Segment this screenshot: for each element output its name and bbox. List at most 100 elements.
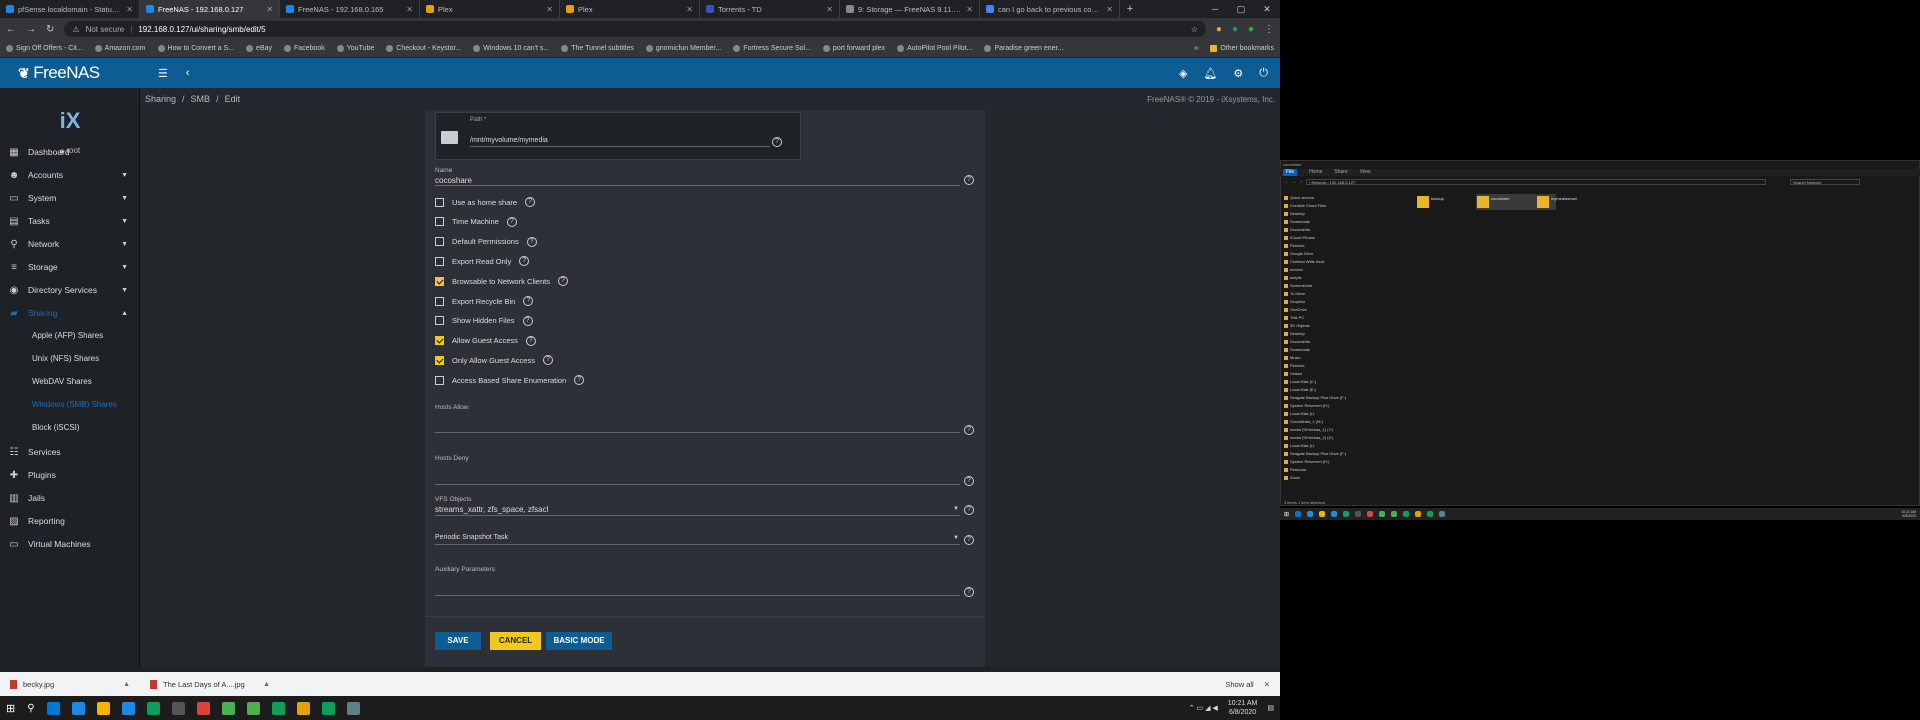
help-icon[interactable]: ? bbox=[772, 137, 782, 147]
bookmark-item[interactable]: Checkout - Keystor... bbox=[386, 45, 461, 52]
nav-pane-item[interactable]: iCloud Photos bbox=[1284, 234, 1404, 242]
extension-icon[interactable]: ● bbox=[1232, 24, 1238, 35]
breadcrumb-item[interactable]: SMB bbox=[191, 94, 211, 104]
reload-icon[interactable]: ↻ bbox=[46, 24, 54, 35]
power-icon[interactable]: ⏻ bbox=[1259, 67, 1268, 80]
vfs-objects-select[interactable]: streams_xattr, zfs_space, zfsacl bbox=[435, 505, 548, 514]
taskbar-app-icon[interactable] bbox=[346, 701, 360, 715]
taskbar-app-icon[interactable] bbox=[1439, 511, 1446, 517]
explorer-search[interactable]: Search Network bbox=[1790, 178, 1860, 185]
chevron-up-icon[interactable]: ▲ bbox=[123, 681, 130, 688]
nav-pane-item[interactable]: Pictures bbox=[1284, 242, 1404, 250]
hamburger-menu-icon[interactable]: ☰ bbox=[158, 67, 168, 80]
sidebar-subitem-5[interactable]: Block (iSCSI) bbox=[32, 416, 80, 438]
taskbar-app-icon[interactable] bbox=[1307, 511, 1314, 517]
bookmark-item[interactable]: The Tunnel subtitles bbox=[561, 45, 634, 52]
help-icon[interactable]: ? bbox=[964, 535, 974, 545]
checkbox[interactable] bbox=[435, 237, 444, 247]
checkbox[interactable] bbox=[435, 375, 444, 385]
checkbox[interactable] bbox=[435, 355, 444, 365]
checkbox[interactable] bbox=[435, 316, 444, 326]
aux-params-input[interactable] bbox=[435, 595, 960, 596]
save-button[interactable]: SAVE bbox=[435, 632, 481, 650]
taskbar-app-icon[interactable] bbox=[1427, 511, 1434, 517]
collapse-sidebar-icon[interactable]: ‹ bbox=[186, 67, 190, 79]
nav-pane-item[interactable]: media (\\Freenas_1) (Y:) bbox=[1284, 426, 1404, 434]
download-item[interactable]: becky.jpg ▲ bbox=[10, 679, 130, 689]
bookmarks-overflow-icon[interactable]: » bbox=[1194, 45, 1198, 52]
sidebar-item-virtual-machines[interactable]: ▭ Virtual Machines bbox=[0, 532, 140, 556]
bookmark-item[interactable]: YouTube bbox=[336, 45, 374, 52]
taskbar-app-icon[interactable] bbox=[96, 701, 110, 715]
up-icon[interactable]: ↑ bbox=[1300, 179, 1302, 184]
nav-pane-item[interactable]: Zoom bbox=[1284, 474, 1404, 482]
nav-pane-item[interactable]: scripts bbox=[1284, 274, 1404, 282]
taskbar-app-icon[interactable] bbox=[246, 701, 260, 715]
checkbox[interactable] bbox=[435, 217, 444, 227]
ribbon-tab[interactable]: View bbox=[1360, 169, 1371, 176]
nav-pane-item[interactable]: Dropbox bbox=[1284, 298, 1404, 306]
sidebar-subitem-4[interactable]: Windows (SMB) Shares bbox=[32, 393, 117, 415]
taskbar-app-icon[interactable] bbox=[1331, 511, 1338, 517]
tab-5[interactable]: Plex ✕ bbox=[560, 0, 700, 18]
theme-icon[interactable]: ◈ bbox=[1179, 67, 1187, 80]
chevron-down-icon[interactable]: ▼ bbox=[121, 195, 128, 202]
notification-icon[interactable]: ▤ bbox=[1267, 704, 1274, 712]
taskbar-app-icon[interactable] bbox=[1295, 511, 1302, 517]
close-icon[interactable]: ✕ bbox=[1254, 0, 1280, 18]
nav-pane-item[interactable]: Personal bbox=[1284, 466, 1404, 474]
bookmark-item[interactable]: AutoPilot Pool Pilot... bbox=[897, 45, 972, 52]
bookmark-item[interactable]: Facebook bbox=[284, 45, 325, 52]
checkbox[interactable] bbox=[435, 256, 444, 266]
taskbar-app-icon[interactable] bbox=[1355, 511, 1362, 517]
close-tab-icon[interactable]: ✕ bbox=[266, 5, 273, 14]
taskbar-app-icon[interactable] bbox=[1379, 511, 1386, 517]
chevron-down-icon[interactable]: ▼ bbox=[953, 535, 959, 541]
sidebar-item-services[interactable]: ☷ Services bbox=[0, 440, 140, 464]
hosts-deny-input[interactable] bbox=[435, 484, 960, 485]
checkbox[interactable] bbox=[435, 296, 444, 306]
nav-pane-item[interactable]: Seagate Backup Plus Drive (F:) bbox=[1284, 450, 1404, 458]
tab-2[interactable]: FreeNAS - 192.168.0.127 ✕ bbox=[140, 0, 280, 18]
nav-pane-item[interactable]: Pictures bbox=[1284, 362, 1404, 370]
sidebar-subitem-2[interactable]: Unix (NFS) Shares bbox=[32, 347, 99, 369]
search-icon[interactable]: ⚲ bbox=[27, 703, 34, 714]
checkbox[interactable] bbox=[435, 197, 444, 207]
forward-icon[interactable]: → bbox=[26, 24, 36, 35]
file-item[interactable]: mymediashare bbox=[1536, 194, 1616, 210]
new-tab-button[interactable]: + bbox=[1120, 0, 1140, 18]
clock[interactable]: 10:21 AM 6/8/2020 bbox=[1228, 699, 1258, 717]
help-icon[interactable]: ? bbox=[964, 505, 974, 515]
nav-pane-item[interactable]: Documents bbox=[1284, 338, 1404, 346]
tab-1[interactable]: pfSense.localdomain - Status: D... ✕ bbox=[0, 0, 140, 18]
minimize-icon[interactable]: ─ bbox=[1202, 0, 1228, 18]
bookmark-item[interactable]: port forward plex bbox=[822, 45, 885, 52]
sidebar-item-reporting[interactable]: ▨ Reporting bbox=[0, 509, 140, 533]
bookmark-item[interactable]: Paradise green ener... bbox=[984, 45, 1063, 52]
extension-icon[interactable]: ● bbox=[1248, 24, 1254, 35]
nav-pane-item[interactable]: Quick access bbox=[1284, 194, 1404, 202]
nav-pane-item[interactable]: Screenshots bbox=[1284, 282, 1404, 290]
nav-pane-item[interactable]: Music bbox=[1284, 354, 1404, 362]
close-tab-icon[interactable]: ✕ bbox=[826, 5, 833, 14]
maximize-icon[interactable]: ▢ bbox=[1228, 0, 1254, 18]
close-icon[interactable]: ✕ bbox=[1264, 680, 1270, 689]
chevron-down-icon[interactable]: ▼ bbox=[953, 506, 959, 512]
sidebar-item-system[interactable]: ▭ System ▼ bbox=[0, 186, 140, 210]
bookmark-item[interactable]: How to Convert a S... bbox=[157, 45, 234, 52]
breadcrumb-item[interactable]: Sharing bbox=[145, 94, 176, 104]
show-all-button[interactable]: Show all bbox=[1225, 680, 1253, 689]
close-tab-icon[interactable]: ✕ bbox=[406, 5, 413, 14]
windows-start-icon[interactable]: ⊞ bbox=[6, 702, 15, 715]
close-tab-icon[interactable]: ✕ bbox=[686, 5, 693, 14]
nav-pane-item[interactable]: Documents bbox=[1284, 226, 1404, 234]
other-bookmarks[interactable]: Other bookmarks bbox=[1210, 45, 1274, 52]
help-icon[interactable]: ? bbox=[964, 587, 974, 597]
chevron-down-icon[interactable]: ▼ bbox=[121, 172, 128, 179]
sidebar-item-tasks[interactable]: ▤ Tasks ▼ bbox=[0, 209, 140, 233]
help-icon[interactable]: ? bbox=[557, 276, 568, 287]
taskbar-app-icon[interactable] bbox=[1391, 511, 1398, 517]
checkbox[interactable] bbox=[435, 276, 444, 286]
taskbar-app-icon[interactable] bbox=[1343, 511, 1350, 517]
nav-pane-item[interactable]: Videos bbox=[1284, 370, 1404, 378]
